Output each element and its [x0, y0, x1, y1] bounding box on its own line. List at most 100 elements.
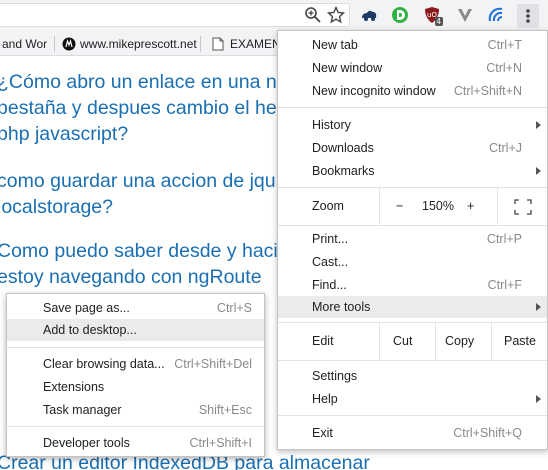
- menu-item-new-incognito[interactable]: New incognito window Ctrl+Shift+N: [278, 80, 547, 102]
- menu-shortcut: Ctrl+Shift+I: [189, 436, 252, 450]
- cut-button[interactable]: Cut: [379, 323, 435, 360]
- menu-row-edit: Edit Cut Copy Paste: [278, 323, 547, 360]
- menu-item-label: Print...: [312, 232, 349, 246]
- bookmark-separator: [54, 36, 55, 52]
- browser-toolbar: uO 4: [0, 0, 548, 32]
- menu-item-label: Save page as...: [43, 301, 130, 315]
- submenu-item-add-to-desktop[interactable]: Add to desktop...: [7, 319, 264, 341]
- menu-item-label: Zoom: [312, 199, 344, 213]
- extension-badge-count: 4: [434, 17, 443, 26]
- menu-item-find[interactable]: Find... Ctrl+F: [278, 274, 547, 296]
- submenu-arrow-icon: [536, 395, 541, 403]
- address-bar[interactable]: [0, 3, 350, 27]
- submenu-item-task-manager[interactable]: Task manager Shift+Esc: [7, 399, 264, 421]
- menu-item-label: Extensions: [43, 380, 105, 394]
- menu-item-label: Cast...: [312, 255, 349, 269]
- menu-item-history[interactable]: History: [278, 114, 547, 136]
- question-link[interactable]: php javascript?: [0, 123, 128, 146]
- cloud-car-extension-icon[interactable]: [360, 6, 378, 24]
- zoom-level: 150%: [422, 199, 454, 213]
- copy-button[interactable]: Copy: [435, 323, 491, 360]
- menu-item-downloads[interactable]: Downloads Ctrl+J: [278, 137, 547, 159]
- menu-item-bookmarks[interactable]: Bookmarks: [278, 160, 547, 182]
- submenu-item-extensions[interactable]: Extensions: [7, 376, 264, 398]
- submenu-item-developer-tools[interactable]: Developer tools Ctrl+Shift+I: [7, 432, 264, 454]
- submenu-arrow-icon: [536, 167, 541, 175]
- menu-shortcut: Ctrl+J: [489, 141, 522, 155]
- menu-item-label: Help: [312, 392, 338, 406]
- fullscreen-button[interactable]: [497, 188, 548, 225]
- menu-shortcut: Ctrl+S: [216, 301, 252, 315]
- menu-shortcut: Ctrl+P: [486, 232, 522, 246]
- zoom-icon[interactable]: [304, 6, 322, 24]
- question-link[interactable]: localstorage?: [0, 196, 113, 219]
- wave-extension-icon[interactable]: [487, 6, 505, 24]
- menu-item-label: Add to desktop...: [43, 323, 137, 337]
- menu-shortcut: Ctrl+F: [487, 278, 522, 292]
- menu-item-settings[interactable]: Settings: [278, 365, 547, 387]
- paste-label: Paste: [504, 334, 536, 348]
- menu-item-more-tools[interactable]: More tools: [278, 296, 547, 318]
- vimeo-v-extension-icon[interactable]: [456, 6, 474, 24]
- menu-item-exit[interactable]: Exit Ctrl+Shift+Q: [278, 422, 547, 444]
- menu-shortcut: Ctrl+Shift+N: [453, 84, 522, 98]
- menu-item-print[interactable]: Print... Ctrl+P: [278, 228, 547, 250]
- star-bookmark-icon[interactable]: [327, 6, 345, 24]
- bookmark-separator: [200, 36, 201, 52]
- question-link[interactable]: pestaña y despues cambio el he: [0, 97, 277, 120]
- menu-separator: [278, 225, 547, 226]
- menu-item-new-tab[interactable]: New tab Ctrl+T: [278, 34, 547, 56]
- menu-separator: [278, 415, 547, 416]
- menu-item-new-window[interactable]: New window Ctrl+N: [278, 57, 547, 79]
- menu-item-help[interactable]: Help: [278, 388, 547, 410]
- copy-label: Copy: [445, 334, 475, 348]
- bookmark-item[interactable]: www.mikeprescott.net: [80, 37, 197, 51]
- mikeprescott-favicon-icon: [62, 37, 76, 51]
- menu-shortcut: Ctrl+Shift+Q: [453, 426, 522, 440]
- menu-item-label: New tab: [312, 38, 358, 52]
- chrome-main-menu: New tab Ctrl+T New window Ctrl+N New inc…: [277, 30, 548, 450]
- menu-item-label: Settings: [312, 369, 358, 383]
- zoom-controls: − 150% +: [379, 188, 547, 225]
- chrome-menu-button[interactable]: [517, 4, 539, 28]
- bookmark-item[interactable]: EXAMEN: [230, 37, 281, 51]
- menu-item-label: New window: [312, 61, 383, 75]
- menu-item-label: More tools: [312, 300, 371, 314]
- menu-item-label: Exit: [312, 426, 333, 440]
- document-favicon-icon: [212, 37, 224, 51]
- paste-button[interactable]: Paste: [491, 323, 547, 360]
- cut-label: Cut: [393, 334, 413, 348]
- question-link[interactable]: como guardar una accion de jqu: [0, 170, 276, 193]
- menu-item-label: Task manager: [43, 403, 122, 417]
- menu-shortcut: Ctrl+Shift+Del: [174, 357, 252, 371]
- question-link[interactable]: ¿Cómo abro un enlace en una n: [0, 71, 277, 94]
- menu-item-label: Edit: [312, 334, 334, 348]
- question-link[interactable]: estoy navegando con ngRoute: [0, 266, 262, 289]
- menu-item-label: Bookmarks: [312, 164, 375, 178]
- menu-separator: [278, 360, 547, 361]
- zoom-out-button[interactable]: −: [396, 199, 403, 213]
- menu-item-label: Find...: [312, 278, 347, 292]
- menu-item-label: Clear browsing data...: [43, 357, 165, 371]
- menu-separator: [7, 347, 264, 348]
- menu-item-cast[interactable]: Cast...: [278, 251, 547, 273]
- submenu-arrow-icon: [536, 121, 541, 129]
- zoom-in-button[interactable]: +: [467, 199, 474, 213]
- fullscreen-icon: [514, 199, 532, 215]
- submenu-item-clear-browsing-data[interactable]: Clear browsing data... Ctrl+Shift+Del: [7, 353, 264, 375]
- menu-separator: [7, 426, 264, 427]
- question-link[interactable]: Como puedo saber desde y haci: [0, 240, 278, 263]
- bookmark-item[interactable]: and Wor: [2, 37, 47, 51]
- menu-shortcut: Ctrl+N: [486, 61, 522, 75]
- menu-separator: [278, 107, 547, 108]
- submenu-arrow-icon: [536, 303, 541, 311]
- menu-row-zoom: Zoom − 150% +: [278, 188, 547, 225]
- menu-item-label: Downloads: [312, 141, 374, 155]
- ublock-extension-icon[interactable]: uO 4: [423, 6, 443, 26]
- menu-item-label: History: [312, 118, 351, 132]
- green-d-extension-icon[interactable]: [391, 6, 409, 24]
- menu-item-label: New incognito window: [312, 84, 436, 98]
- submenu-item-save-page[interactable]: Save page as... Ctrl+S: [7, 297, 264, 319]
- menu-item-label: Developer tools: [43, 436, 130, 450]
- menu-shortcut: Ctrl+T: [487, 38, 522, 52]
